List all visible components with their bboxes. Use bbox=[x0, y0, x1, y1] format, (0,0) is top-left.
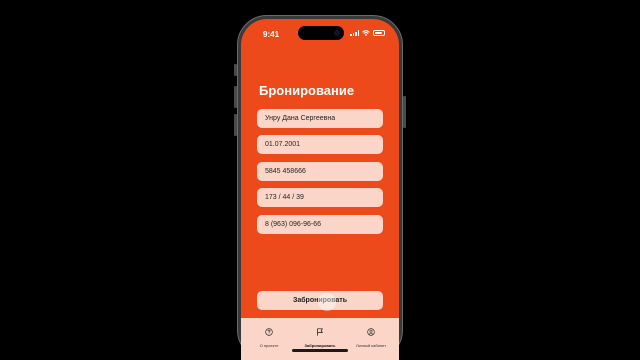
page-title: Бронирование bbox=[259, 83, 355, 98]
birth-date-field[interactable]: 01.07.2001 bbox=[257, 135, 383, 154]
tab-about[interactable]: О проекте bbox=[243, 323, 295, 348]
passport-field[interactable]: 5845 458666 bbox=[257, 162, 383, 181]
volume-up-button bbox=[234, 86, 237, 108]
tab-book[interactable]: Забронировать bbox=[294, 323, 346, 348]
tab-about-label: О проекте bbox=[259, 343, 279, 348]
action-button bbox=[234, 64, 237, 76]
tab-bar: О проекте Забронировать Личный кабинет bbox=[241, 318, 399, 360]
tab-book-label: Забронировать bbox=[304, 343, 336, 348]
full-name-field[interactable]: Унру Дана Сергеевна bbox=[257, 109, 383, 128]
status-time: 9:41 bbox=[263, 30, 280, 39]
status-icons bbox=[350, 30, 385, 36]
tab-account-label: Личный кабинет bbox=[355, 343, 387, 348]
flag-icon bbox=[317, 328, 323, 336]
body-measurements-field[interactable]: 173 / 44 / 39 bbox=[257, 188, 383, 207]
volume-down-button bbox=[234, 114, 237, 136]
touch-indicator bbox=[318, 293, 336, 311]
battery-icon bbox=[373, 30, 385, 36]
dynamic-island bbox=[298, 26, 344, 40]
home-indicator[interactable] bbox=[292, 349, 348, 352]
phone-field[interactable]: 8 (963) 096-96-66 bbox=[257, 215, 383, 234]
wifi-icon bbox=[362, 30, 370, 36]
app-screen: 9:41 Бронирование Унру Дана Сергеевна 01… bbox=[241, 19, 399, 360]
question-circle-icon bbox=[265, 328, 273, 336]
tab-account[interactable]: Личный кабинет bbox=[345, 323, 397, 348]
power-button bbox=[403, 96, 406, 128]
person-circle-icon bbox=[367, 328, 375, 336]
signal-icon bbox=[350, 30, 359, 36]
